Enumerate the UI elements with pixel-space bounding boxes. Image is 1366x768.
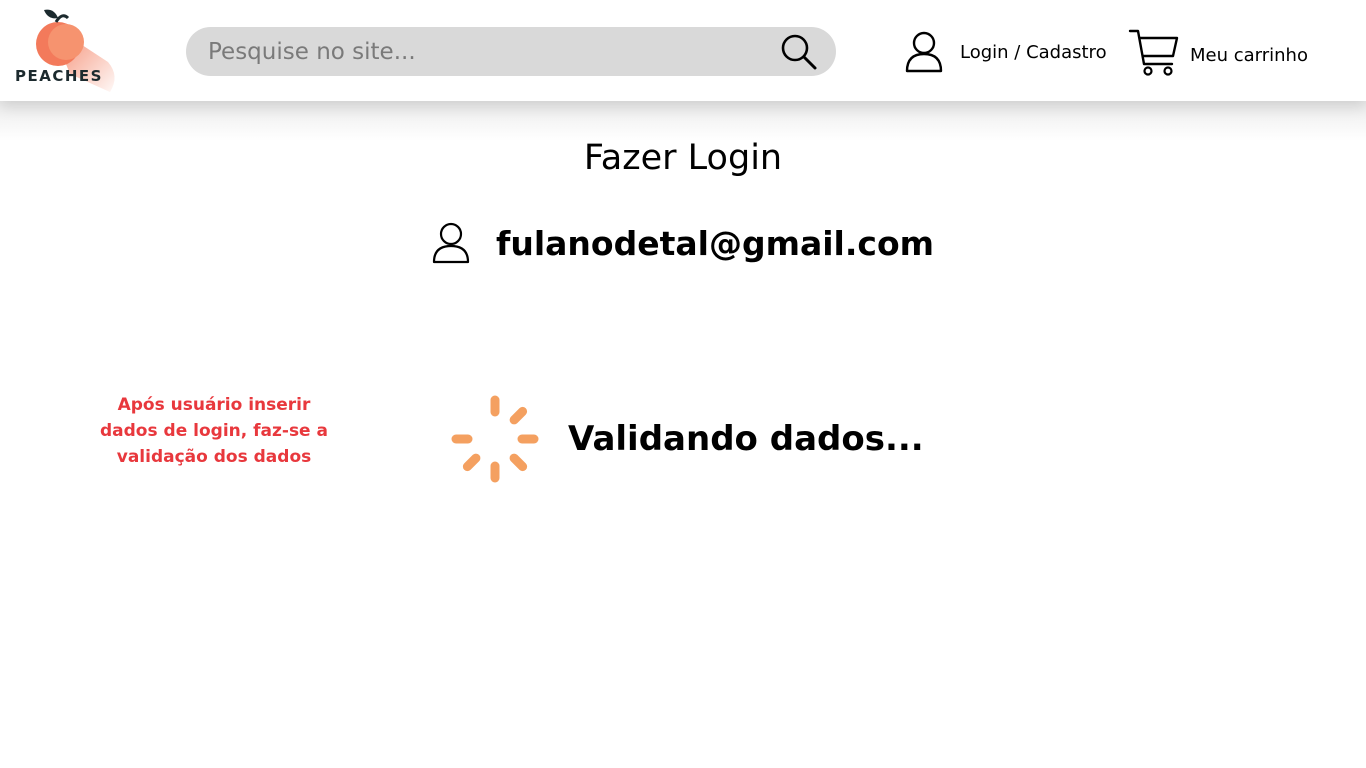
peaches-logo[interactable]: PEACHES bbox=[10, 4, 122, 98]
search-input[interactable] bbox=[208, 27, 768, 76]
logged-user-row: fulanodetal@gmail.com bbox=[430, 220, 934, 266]
spinner-icon bbox=[451, 395, 539, 483]
login-signup-link[interactable]: Login / Cadastro bbox=[904, 30, 1107, 74]
cart-link[interactable]: Meu carrinho bbox=[1128, 28, 1308, 78]
page-title: Fazer Login bbox=[583, 138, 783, 178]
loading-indicator: Validando dados... bbox=[450, 394, 924, 484]
annotation-line: Após usuário inserir bbox=[117, 395, 311, 415]
header-shadow bbox=[0, 101, 1366, 141]
search-bar bbox=[186, 27, 836, 76]
annotation-line: dados de login, faz-se a bbox=[100, 421, 328, 441]
cart-icon bbox=[1128, 29, 1179, 76]
loading-text: Validando dados... bbox=[568, 419, 924, 459]
logo-text: PEACHES bbox=[15, 67, 103, 85]
annotation-line: validação dos dados bbox=[116, 447, 312, 467]
user-email: fulanodetal@gmail.com bbox=[496, 223, 935, 263]
cart-label: Meu carrinho bbox=[1190, 44, 1308, 66]
login-signup-label: Login / Cadastro bbox=[960, 41, 1107, 63]
annotation-note: Após usuário inserir dados de login, faz… bbox=[96, 392, 332, 470]
search-icon[interactable] bbox=[780, 33, 818, 71]
user-icon bbox=[905, 31, 943, 73]
user-icon bbox=[432, 222, 470, 264]
site-header: PEACHES Login / Cadastro Meu carrinho bbox=[0, 0, 1366, 101]
